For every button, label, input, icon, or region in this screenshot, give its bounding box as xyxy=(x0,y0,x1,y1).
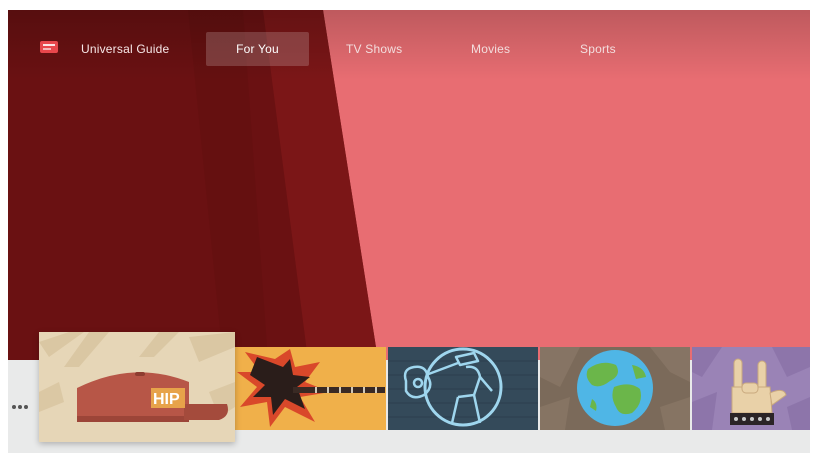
electric-guitar-icon xyxy=(235,347,386,430)
cap-text: HIP xyxy=(153,391,180,408)
tile-rock-hand[interactable] xyxy=(692,347,810,430)
tile-rock-guitar[interactable] xyxy=(235,347,386,430)
rock-hand-icon xyxy=(692,347,810,430)
top-navigation: Universal Guide For You TV Shows Movies … xyxy=(8,32,810,68)
folk-guitarist-icon xyxy=(388,347,538,430)
more-dot xyxy=(12,405,16,409)
globe-icon xyxy=(540,347,690,430)
universal-guide-logo-svg xyxy=(40,41,58,53)
nav-tab-for-you[interactable]: For You xyxy=(206,32,309,66)
more-dot xyxy=(18,405,22,409)
tile-world[interactable] xyxy=(540,347,690,430)
nav-tab-sports[interactable]: Sports xyxy=(580,32,616,66)
nav-universal-guide[interactable]: Universal Guide xyxy=(81,32,169,66)
universal-guide-logo-icon xyxy=(38,38,60,56)
nav-tab-tv-shows[interactable]: TV Shows xyxy=(346,32,402,66)
tile-folk[interactable] xyxy=(388,347,538,430)
hip-hop-cap-icon: HIP xyxy=(39,332,235,442)
tile-hip-hop[interactable]: HIP xyxy=(39,332,235,442)
nav-tab-movies[interactable]: Movies xyxy=(471,32,510,66)
more-dot xyxy=(24,405,28,409)
hero-banner: Universal Guide For You TV Shows Movies … xyxy=(8,10,810,360)
more-options-icon[interactable] xyxy=(12,403,32,411)
tv-screen: Universal Guide For You TV Shows Movies … xyxy=(8,10,810,453)
